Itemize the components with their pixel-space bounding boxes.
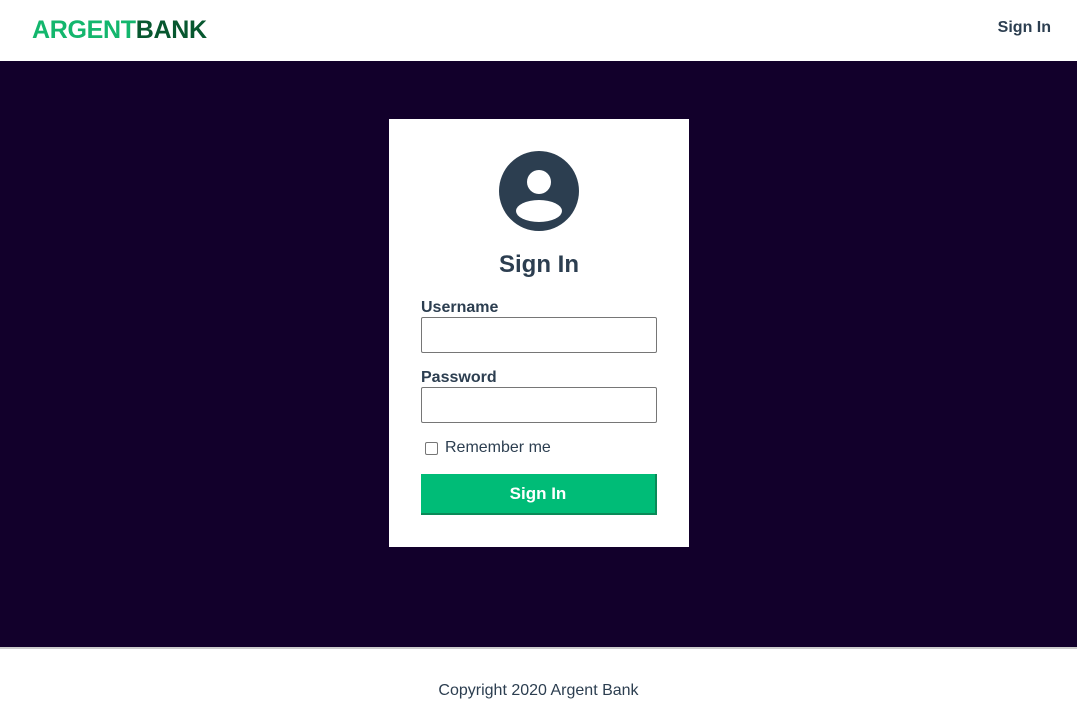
password-label: Password (421, 369, 497, 386)
username-input[interactable] (421, 317, 657, 353)
password-input[interactable] (421, 387, 657, 423)
sign-in-card: Sign In Username Password Remember me Si… (389, 119, 689, 547)
user-circle-icon (499, 151, 579, 231)
argent-bank-logo[interactable]: ARGENTBANK (32, 15, 207, 45)
main-nav: ARGENTBANK Sign In (0, 0, 1077, 61)
copyright-text: Copyright 2020 Argent Bank (438, 682, 639, 699)
username-label: Username (421, 299, 499, 316)
nav-sign-in-link[interactable]: Sign In (998, 19, 1051, 37)
remember-me-row[interactable]: Remember me (425, 439, 551, 457)
logo-text-argent: ARGENT (32, 16, 136, 44)
sign-in-button[interactable]: Sign In (421, 474, 657, 515)
main-content: Sign In Username Password Remember me Si… (0, 61, 1077, 647)
footer: Copyright 2020 Argent Bank (0, 647, 1077, 705)
sign-in-title: Sign In (499, 251, 579, 278)
logo-text-bank: BANK (135, 16, 207, 44)
remember-me-label[interactable]: Remember me (445, 439, 551, 457)
remember-me-checkbox[interactable] (425, 441, 438, 455)
